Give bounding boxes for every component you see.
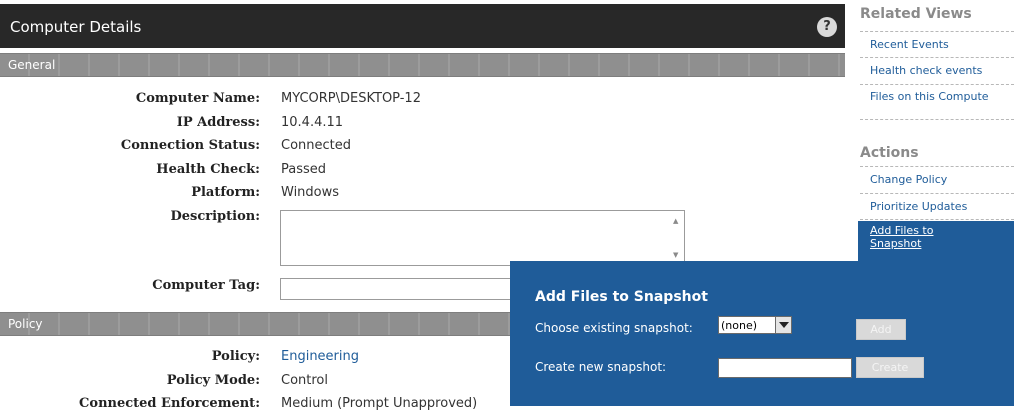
platform-row: Platform: Windows — [0, 183, 845, 205]
divider — [860, 166, 1014, 167]
ip-address-label: IP Address: — [176, 115, 260, 130]
existing-snapshot-value: (none) — [721, 319, 758, 332]
computer-tag-label: Computer Tag: — [152, 278, 260, 293]
connection-status-label: Connection Status: — [120, 138, 260, 153]
sidebar-item-files-on-computer[interactable]: Files on this Compute — [870, 90, 989, 103]
description-scrollbar[interactable]: ▲ ▼ — [670, 211, 684, 265]
page-title: Computer Details — [10, 18, 142, 36]
ip-address-value: 10.4.4.11 — [281, 115, 344, 130]
action-add-files-label: Add Files to Snapshot — [870, 224, 934, 250]
health-check-value: Passed — [281, 162, 327, 177]
ip-address-row: IP Address: 10.4.4.11 — [0, 113, 845, 135]
action-add-files-to-snapshot[interactable]: Add Files to Snapshot — [858, 221, 1014, 261]
scroll-down-icon[interactable]: ▼ — [673, 251, 678, 259]
computer-name-row: Computer Name: MYCORP\DESKTOP-12 — [0, 89, 845, 111]
sidebar-item-recent-events[interactable]: Recent Events — [870, 38, 949, 51]
description-label: Description: — [170, 209, 260, 224]
new-snapshot-input[interactable] — [718, 358, 852, 378]
action-prioritize-updates[interactable]: Prioritize Updates — [870, 200, 967, 213]
create-button[interactable]: Create — [856, 357, 924, 378]
chevron-down-icon[interactable] — [775, 317, 791, 333]
add-files-snapshot-popup: Add Files to Snapshot Choose existing sn… — [510, 261, 1014, 406]
new-snapshot-label: Create new snapshot: — [535, 360, 667, 374]
actions-title: Actions — [860, 145, 919, 161]
panel-header: Computer Details ? — [0, 4, 845, 48]
scroll-up-icon[interactable]: ▲ — [673, 217, 678, 225]
divider — [860, 193, 1014, 194]
popup-title: Add Files to Snapshot — [535, 289, 708, 305]
platform-label: Platform: — [191, 185, 260, 200]
divider — [860, 57, 1014, 58]
health-check-label: Health Check: — [156, 162, 260, 177]
divider — [860, 119, 1014, 120]
description-textarea[interactable]: ▲ ▼ — [280, 210, 685, 266]
computer-name-label: Computer Name: — [135, 91, 260, 106]
related-views-title: Related Views — [860, 6, 972, 22]
existing-snapshot-select[interactable]: (none) — [718, 316, 792, 334]
divider — [860, 31, 1014, 32]
action-change-policy[interactable]: Change Policy — [870, 173, 947, 186]
health-check-row: Health Check: Passed — [0, 160, 845, 182]
policy-mode-value: Control — [281, 373, 328, 388]
policy-mode-label: Policy Mode: — [166, 373, 260, 388]
connection-status-row: Connection Status: Connected — [0, 136, 845, 158]
section-general-header: General — [0, 53, 845, 77]
enforcement-value: Medium (Prompt Unapproved) — [281, 396, 478, 411]
existing-snapshot-label: Choose existing snapshot: — [535, 321, 693, 335]
policy-link[interactable]: Engineering — [281, 349, 359, 364]
sidebar-item-health-check-events[interactable]: Health check events — [870, 64, 982, 77]
add-button[interactable]: Add — [856, 319, 906, 340]
computer-tag-input[interactable] — [280, 278, 520, 300]
enforcement-label: Connected Enforcement: — [79, 396, 260, 411]
section-policy-label: Policy — [8, 317, 43, 331]
divider — [860, 84, 1014, 85]
platform-value: Windows — [281, 185, 340, 200]
policy-label: Policy: — [211, 349, 260, 364]
divider — [860, 219, 1014, 220]
connection-status-value: Connected — [281, 138, 352, 153]
computer-name-value: MYCORP\DESKTOP-12 — [281, 91, 421, 106]
section-general-label: General — [8, 58, 56, 72]
help-icon[interactable]: ? — [817, 17, 837, 37]
